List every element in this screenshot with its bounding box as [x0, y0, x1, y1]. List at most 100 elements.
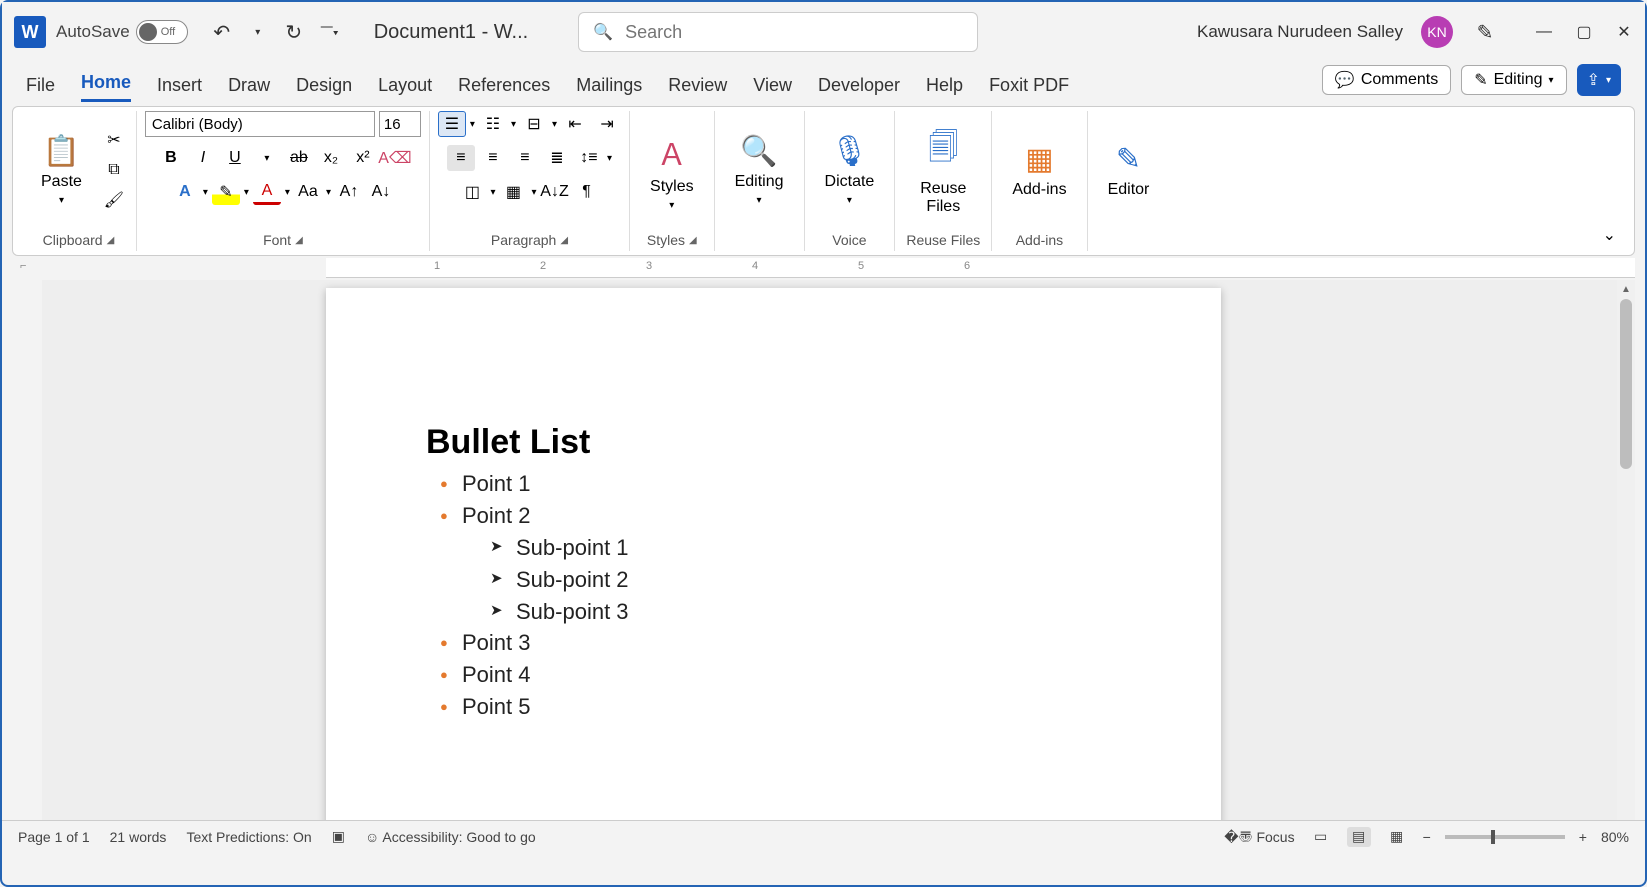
- list-item[interactable]: Point 2 Sub-point 1 Sub-point 2 Sub-poin…: [462, 500, 1129, 628]
- strikethrough-button[interactable]: ab: [285, 145, 313, 171]
- paste-button[interactable]: 📋 Paste ▾: [29, 128, 94, 212]
- align-center-button[interactable]: ≡: [479, 145, 507, 171]
- customize-qat[interactable]: ⎺▾: [316, 18, 344, 46]
- user-avatar[interactable]: KN: [1421, 16, 1453, 48]
- font-name-input[interactable]: [145, 111, 375, 137]
- list-item[interactable]: Point 3: [462, 627, 1129, 659]
- tab-home[interactable]: Home: [81, 72, 131, 102]
- reuse-files-button[interactable]: 🗐 Reuse Files: [903, 119, 983, 222]
- format-painter-button[interactable]: 🖌: [100, 187, 128, 213]
- italic-button[interactable]: I: [189, 145, 217, 171]
- autosave-toggle[interactable]: AutoSave Off: [56, 20, 188, 44]
- document-page[interactable]: Bullet List Point 1 Point 2 Sub-point 1 …: [326, 288, 1221, 820]
- bold-button[interactable]: B: [157, 145, 185, 171]
- list-item[interactable]: Point 1: [462, 468, 1129, 500]
- clipboard-dialog-launcher[interactable]: ◢: [107, 235, 115, 246]
- change-case-button[interactable]: Aa: [294, 179, 322, 205]
- decrease-indent-button[interactable]: ⇤: [561, 111, 589, 137]
- vertical-scrollbar[interactable]: ▲: [1617, 280, 1635, 820]
- highlight-button[interactable]: ✎: [212, 179, 240, 205]
- horizontal-ruler[interactable]: ⌐ 1 2 3 4 5 6: [12, 258, 1635, 280]
- copy-button[interactable]: ⧉: [100, 157, 128, 183]
- shrink-font-button[interactable]: A↓: [367, 179, 395, 205]
- coming-soon-icon[interactable]: ✎: [1471, 18, 1499, 46]
- list-item[interactable]: Point 4: [462, 659, 1129, 691]
- tab-insert[interactable]: Insert: [157, 75, 202, 102]
- underline-dropdown[interactable]: ▾: [253, 145, 281, 171]
- document-heading[interactable]: Bullet List: [426, 423, 1129, 462]
- search-box[interactable]: 🔍: [578, 12, 978, 52]
- superscript-button[interactable]: x²: [349, 145, 377, 171]
- comments-button[interactable]: 💬 Comments: [1322, 65, 1451, 95]
- shading-button[interactable]: ◫: [458, 179, 486, 205]
- increase-indent-button[interactable]: ⇥: [593, 111, 621, 137]
- bullet-list[interactable]: Point 1 Point 2 Sub-point 1 Sub-point 2 …: [426, 468, 1129, 723]
- zoom-slider[interactable]: [1445, 835, 1565, 839]
- tab-design[interactable]: Design: [296, 75, 352, 102]
- search-input[interactable]: [625, 22, 963, 43]
- tab-layout[interactable]: Layout: [378, 75, 432, 102]
- paragraph-dialog-launcher[interactable]: ◢: [560, 235, 568, 246]
- clear-formatting-button[interactable]: A⌫: [381, 145, 409, 171]
- numbering-button[interactable]: ☷: [479, 111, 507, 137]
- user-name[interactable]: Kawusara Nurudeen Salley: [1197, 22, 1403, 42]
- tab-file[interactable]: File: [26, 75, 55, 102]
- ribbon-collapse-button[interactable]: ⌄: [1603, 225, 1616, 245]
- undo-button[interactable]: ↶: [208, 18, 236, 46]
- sub-bullet-list[interactable]: Sub-point 1 Sub-point 2 Sub-point 3: [462, 532, 1129, 628]
- tab-view[interactable]: View: [753, 75, 792, 102]
- accessibility-status[interactable]: ☺ Accessibility: Good to go: [365, 829, 536, 845]
- tab-mailings[interactable]: Mailings: [576, 75, 642, 102]
- grow-font-button[interactable]: A↑: [335, 179, 363, 205]
- list-item[interactable]: Sub-point 1: [516, 532, 1129, 564]
- subscript-button[interactable]: x₂: [317, 145, 345, 171]
- zoom-out-button[interactable]: −: [1423, 829, 1431, 845]
- font-size-input[interactable]: [379, 111, 421, 137]
- justify-button[interactable]: ≣: [543, 145, 571, 171]
- list-item[interactable]: Sub-point 3: [516, 596, 1129, 628]
- list-item[interactable]: Sub-point 2: [516, 564, 1129, 596]
- vertical-ruler[interactable]: [12, 280, 42, 820]
- minimize-button[interactable]: —: [1535, 23, 1553, 41]
- zoom-level[interactable]: 80%: [1601, 829, 1629, 845]
- text-predictions[interactable]: Text Predictions: On: [186, 829, 311, 845]
- read-mode-button[interactable]: ▭: [1309, 827, 1333, 847]
- focus-mode-button[interactable]: �〠 Focus: [1224, 827, 1294, 847]
- macro-indicator[interactable]: ▣: [332, 828, 345, 845]
- bullets-button[interactable]: ☰: [438, 111, 466, 137]
- undo-dropdown[interactable]: ▾: [244, 18, 272, 46]
- editing-mode-button[interactable]: ✎ Editing ▾: [1461, 65, 1566, 95]
- sort-button[interactable]: A↓Z: [541, 179, 569, 205]
- tab-foxit-pdf[interactable]: Foxit PDF: [989, 75, 1069, 102]
- editing-dropdown[interactable]: 🔍 Editing ▾: [723, 128, 796, 212]
- redo-button[interactable]: ↻: [280, 18, 308, 46]
- print-layout-button[interactable]: ▤: [1347, 827, 1371, 847]
- web-layout-button[interactable]: ▦: [1385, 827, 1409, 847]
- page-info[interactable]: Page 1 of 1: [18, 829, 90, 845]
- show-marks-button[interactable]: ¶: [573, 179, 601, 205]
- dictate-button[interactable]: 🎙 Dictate ▾: [813, 128, 887, 212]
- maximize-button[interactable]: ▢: [1575, 23, 1593, 41]
- editor-button[interactable]: ✎ Editor: [1096, 136, 1162, 205]
- addins-button[interactable]: ▦ Add-ins: [1000, 136, 1078, 205]
- align-right-button[interactable]: ≡: [511, 145, 539, 171]
- document-title[interactable]: Document1 - W...: [374, 21, 529, 44]
- word-count[interactable]: 21 words: [110, 829, 167, 845]
- styles-dialog-launcher[interactable]: ◢: [689, 235, 697, 246]
- cut-button[interactable]: ✂: [100, 127, 128, 153]
- text-effects-button[interactable]: A: [171, 179, 199, 205]
- styles-button[interactable]: Ａ Styles ▾: [638, 124, 706, 217]
- font-dialog-launcher[interactable]: ◢: [295, 235, 303, 246]
- font-color-button[interactable]: A: [253, 179, 281, 205]
- borders-button[interactable]: ▦: [499, 179, 527, 205]
- tab-developer[interactable]: Developer: [818, 75, 900, 102]
- autosave-switch[interactable]: Off: [136, 20, 188, 44]
- close-button[interactable]: ✕: [1615, 23, 1633, 41]
- underline-button[interactable]: U: [221, 145, 249, 171]
- list-item[interactable]: Point 5: [462, 691, 1129, 723]
- share-button[interactable]: ⇪ ▾: [1577, 64, 1621, 96]
- tab-help[interactable]: Help: [926, 75, 963, 102]
- tab-review[interactable]: Review: [668, 75, 727, 102]
- tab-draw[interactable]: Draw: [228, 75, 270, 102]
- line-spacing-button[interactable]: ↕≡: [575, 145, 603, 171]
